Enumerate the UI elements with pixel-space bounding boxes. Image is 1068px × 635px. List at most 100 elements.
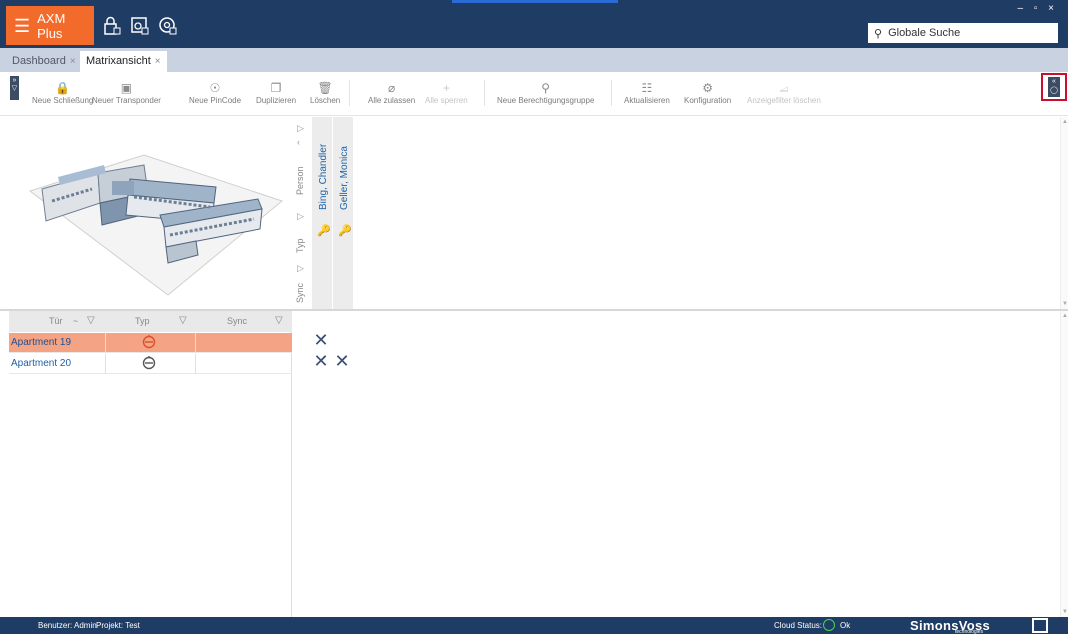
trash-icon: 🗑 bbox=[317, 81, 333, 95]
key-icon: 🔑 bbox=[317, 225, 331, 237]
tab-close-icon[interactable]: × bbox=[155, 56, 161, 67]
sync-header: ▷ Sync bbox=[292, 261, 312, 307]
new-pincode-button[interactable]: ☉ Neue PinCode bbox=[189, 81, 241, 105]
toolbar-separator bbox=[349, 80, 350, 106]
building-illustration bbox=[28, 154, 284, 296]
left-panel-expand-button[interactable]: » ▽ bbox=[10, 76, 19, 100]
toolbar-label: Anzeigefilter löschen bbox=[747, 96, 821, 105]
refresh-icon: ☷ bbox=[641, 81, 653, 95]
title-accent bbox=[452, 0, 618, 3]
key-icon: 🔑 bbox=[338, 225, 352, 237]
filter-icon[interactable]: ▽ bbox=[275, 315, 283, 326]
sync-label: Sync bbox=[295, 282, 305, 303]
toolbar-label: Aktualisieren bbox=[624, 96, 670, 105]
tab-bar: Dashboard × Matrixansicht × bbox=[0, 48, 1068, 72]
right-panel-toggle-button[interactable]: «◯ bbox=[1041, 73, 1067, 101]
app-menu-button[interactable]: ☰ AXM Plus bbox=[6, 6, 94, 45]
brand-logo-icon bbox=[1032, 618, 1048, 633]
person-name[interactable]: Geller, Monica bbox=[339, 146, 350, 210]
door-table: Tür ~ ▽ Typ ▽ Sync ▽ Apartment 19 Apartm… bbox=[0, 311, 292, 617]
type-header: ▷ Typ bbox=[292, 209, 312, 257]
toolbar-label: Neue PinCode bbox=[189, 96, 242, 105]
scroll-up-icon[interactable]: ▲ bbox=[1062, 119, 1068, 125]
permission-cell[interactable]: ✕ bbox=[312, 352, 330, 370]
new-pincode-icon[interactable] bbox=[158, 16, 178, 36]
lock-plus-icon: 🔒 bbox=[55, 81, 71, 95]
duplicate-icon: ❐ bbox=[270, 81, 282, 95]
filter-triangle-icon[interactable]: ▷ bbox=[297, 211, 304, 222]
permission-group-icon: ⚲ bbox=[541, 81, 551, 95]
tab-label: Dashboard bbox=[12, 55, 66, 67]
hamburger-icon: ☰ bbox=[14, 15, 31, 36]
column-header-sync[interactable]: Sync bbox=[227, 316, 247, 326]
new-lock-button[interactable]: 🔒 Neue Schließung bbox=[32, 81, 93, 105]
delete-button[interactable]: 🗑 Löschen bbox=[310, 81, 340, 105]
column-header-typ[interactable]: Typ bbox=[135, 316, 150, 326]
table-row[interactable]: Apartment 19 bbox=[9, 333, 292, 353]
permission-cell[interactable]: ✕ bbox=[333, 352, 351, 370]
scroll-down-icon[interactable]: ▼ bbox=[1062, 301, 1068, 307]
matrix-header-area bbox=[292, 117, 1060, 310]
transponder-plus-icon: ▣ bbox=[120, 81, 133, 95]
scroll-up-icon[interactable]: ▲ bbox=[1062, 313, 1068, 319]
column-header-tuer[interactable]: Tür bbox=[49, 316, 63, 326]
filter-triangle-icon[interactable]: ▷ bbox=[297, 123, 304, 134]
chevron-left-icon[interactable]: ‹ bbox=[297, 137, 300, 147]
toolbar-label: Neue Berechtigungsgruppe bbox=[497, 96, 595, 105]
door-name[interactable]: Apartment 20 bbox=[11, 358, 71, 369]
matrix-header-row-labels: ▷ ‹ Person ▷ Typ ▷ Sync bbox=[292, 117, 312, 310]
person-column[interactable]: Bing, Chandler 🔑 bbox=[312, 117, 332, 310]
new-transponder-button[interactable]: ▣ Neuer Transponder bbox=[92, 81, 161, 105]
cloud-status-label: Cloud Status: bbox=[774, 621, 823, 630]
lock-cylinder-icon bbox=[142, 335, 156, 349]
table-row[interactable]: Apartment 20 bbox=[9, 354, 292, 374]
person-header: ▷ ‹ Person bbox=[292, 121, 312, 203]
refresh-button[interactable]: ☷ Aktualisieren bbox=[624, 81, 670, 105]
window-controls[interactable]: – ▫ × bbox=[1017, 3, 1058, 14]
title-bar: ☰ AXM Plus ⚲ Globale Suche – ▫ × bbox=[0, 0, 1068, 48]
permission-matrix: ✕ ✕ ✕ bbox=[292, 311, 1060, 617]
column-separator bbox=[195, 354, 196, 374]
header-scrollbar[interactable]: ▲ ▼ bbox=[1060, 117, 1068, 309]
new-transponder-icon[interactable] bbox=[130, 16, 150, 36]
toolbar-label: Duplizieren bbox=[256, 96, 297, 105]
project-status: Projekt: Test bbox=[96, 621, 140, 630]
tab-dashboard[interactable]: Dashboard × bbox=[6, 51, 82, 72]
global-search-label: Globale Suche bbox=[888, 27, 961, 39]
filter-icon[interactable]: ▽ bbox=[179, 315, 187, 326]
person-column[interactable]: Geller, Monica 🔑 bbox=[333, 117, 353, 310]
scroll-down-icon[interactable]: ▼ bbox=[1062, 609, 1068, 615]
tab-matrixansicht[interactable]: Matrixansicht × bbox=[80, 51, 167, 72]
global-search-input[interactable]: ⚲ Globale Suche bbox=[868, 23, 1058, 43]
person-label: Person bbox=[295, 166, 305, 195]
tab-close-icon[interactable]: × bbox=[70, 56, 76, 67]
permission-cell[interactable]: ✕ bbox=[312, 331, 330, 349]
clear-filter-button[interactable]: ⧡ Anzeigefilter löschen bbox=[747, 81, 821, 105]
lock-cylinder-icon bbox=[142, 356, 156, 370]
filter-triangle-icon[interactable]: ▷ bbox=[297, 263, 304, 274]
toolbar-label: Konfiguration bbox=[684, 96, 732, 105]
allow-all-button[interactable]: ⌀ Alle zulassen bbox=[368, 81, 415, 105]
toolbar-label: Alle zulassen bbox=[368, 96, 416, 105]
toolbar: 🔒 Neue Schließung ▣ Neuer Transponder ☉ Neu… bbox=[0, 72, 1068, 116]
duplicate-button[interactable]: ❐ Duplizieren bbox=[256, 81, 296, 105]
clear-filter-icon: ⧡ bbox=[779, 81, 789, 95]
sort-icon[interactable]: ~ bbox=[73, 316, 78, 326]
toolbar-separator bbox=[611, 80, 612, 106]
configuration-button[interactable]: ⚙ Konfiguration bbox=[684, 81, 731, 105]
matrix-scrollbar[interactable]: ▲ ▼ bbox=[1060, 311, 1068, 617]
toolbar-label: Neue Schließung bbox=[32, 96, 94, 105]
person-name[interactable]: Bing, Chandler bbox=[318, 144, 329, 210]
block-all-button[interactable]: + Alle sperren bbox=[425, 81, 468, 105]
column-separator bbox=[105, 333, 106, 353]
brand-subtitle: technologies bbox=[955, 629, 984, 635]
allow-all-icon: ⌀ bbox=[387, 81, 396, 95]
column-separator bbox=[105, 354, 106, 374]
door-name[interactable]: Apartment 19 bbox=[11, 337, 71, 348]
new-lock-icon[interactable] bbox=[102, 16, 122, 36]
check-circle-icon bbox=[823, 619, 835, 631]
filter-icon[interactable]: ▽ bbox=[87, 315, 95, 326]
new-permission-group-button[interactable]: ⚲ Neue Berechtigungsgruppe bbox=[497, 81, 594, 105]
tab-label: Matrixansicht bbox=[86, 55, 151, 67]
type-label: Typ bbox=[295, 238, 305, 253]
